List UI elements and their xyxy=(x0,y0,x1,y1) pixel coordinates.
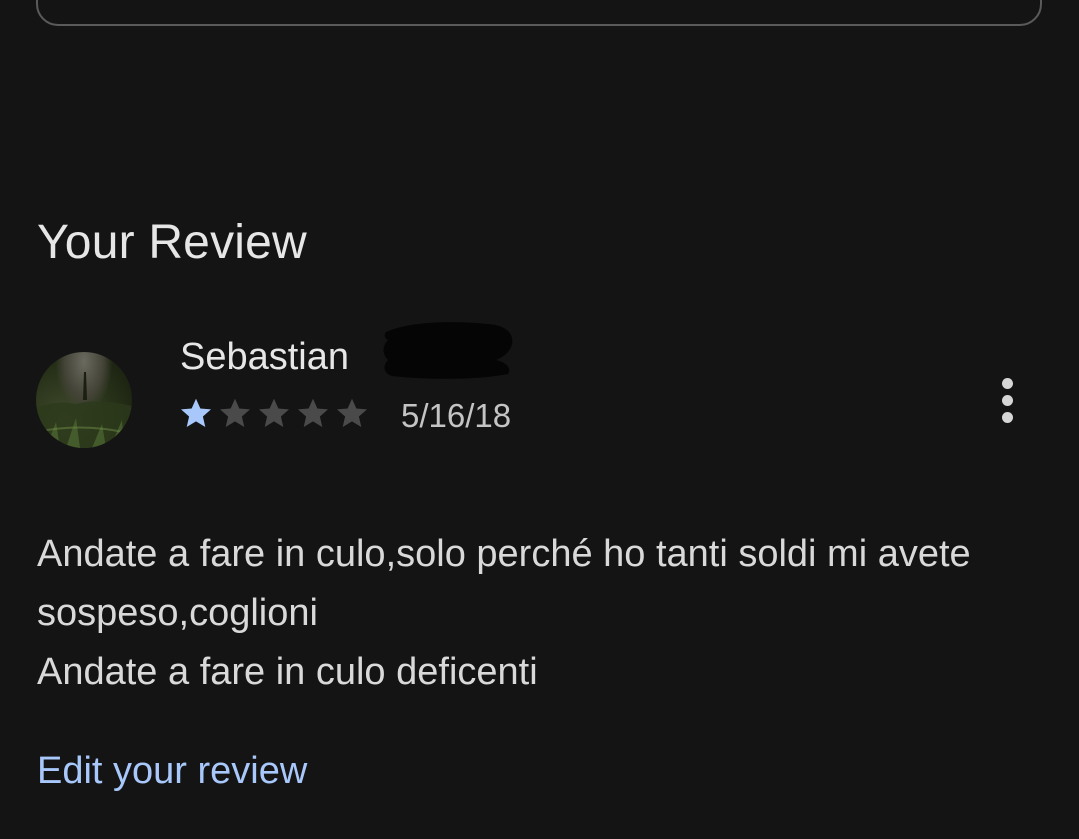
review-text: Andate a fare in culo,solo perché ho tan… xyxy=(37,533,971,693)
avatar xyxy=(36,352,132,448)
star-rating xyxy=(178,393,373,433)
edit-review-link[interactable]: Edit your review xyxy=(37,745,307,797)
star-filled-icon xyxy=(181,398,211,427)
reviewer-name: Sebastian xyxy=(180,336,350,378)
more-vert-icon-dot xyxy=(1001,411,1013,423)
previous-card xyxy=(36,0,1042,26)
section-title: Your Review xyxy=(37,216,307,269)
star-empty-icon xyxy=(337,398,367,427)
more-vert-icon-dot xyxy=(1001,394,1013,406)
star-empty-icon xyxy=(220,398,250,427)
star-empty-icon xyxy=(259,398,289,427)
review-date: 5/16/18 xyxy=(401,397,512,434)
more-options-button[interactable] xyxy=(987,368,1027,432)
star-empty-icon xyxy=(298,398,328,427)
more-vert-icon xyxy=(1001,377,1013,389)
redaction-scribble xyxy=(383,322,513,379)
